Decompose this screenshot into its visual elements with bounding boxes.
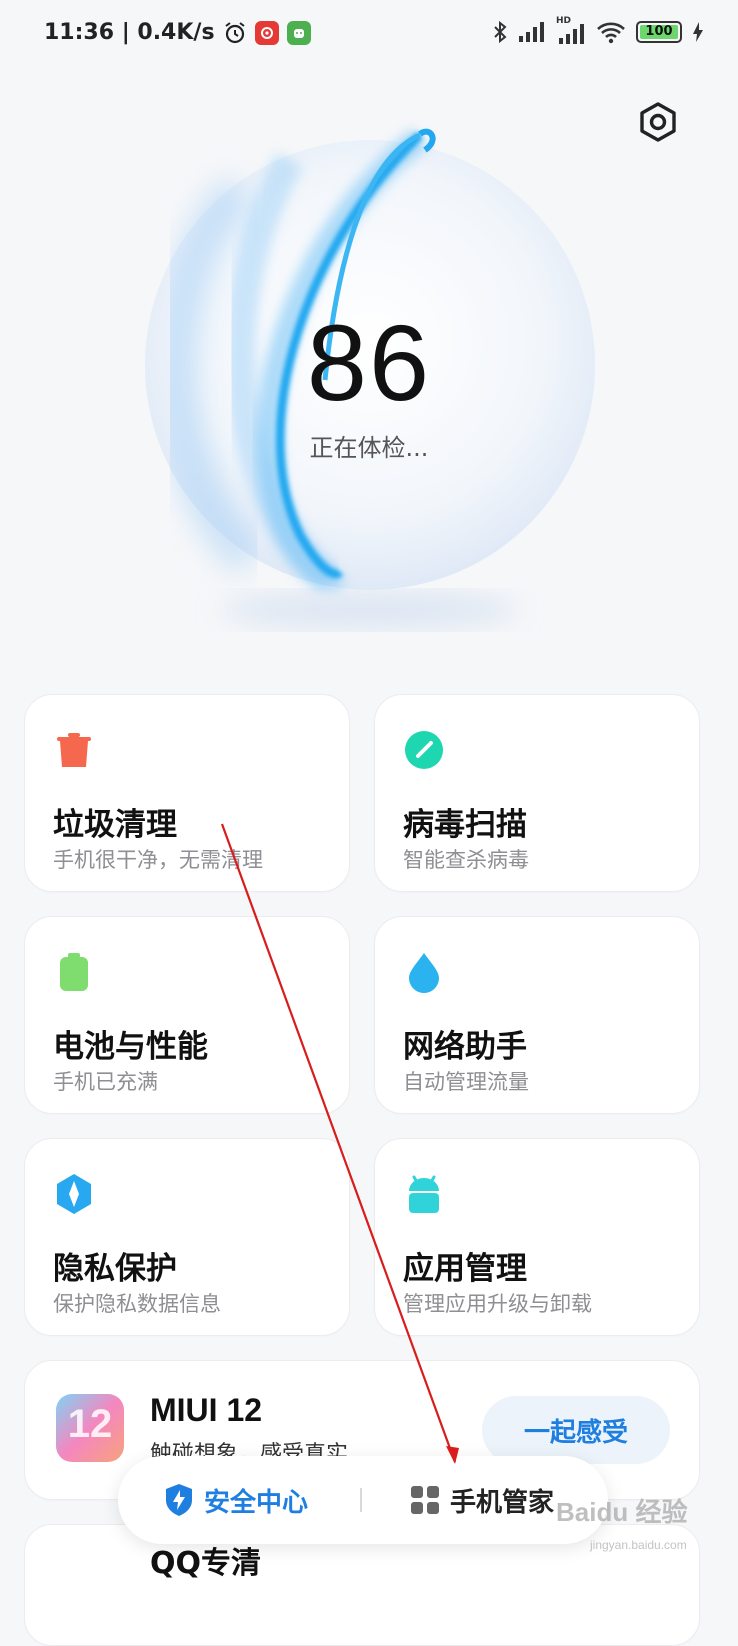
netease-music-icon xyxy=(254,20,279,45)
health-score: 86 xyxy=(306,302,432,423)
bluetooth-icon xyxy=(494,20,507,44)
app-notification-icon xyxy=(286,20,311,45)
status-bar: 11:36 | 0.4K/s HD 100 xyxy=(0,0,738,70)
tab-label: 安全中心 xyxy=(204,1487,309,1518)
card-subtitle: 自动管理流量 xyxy=(403,1070,529,1094)
tab-label: 手机管家 xyxy=(450,1487,555,1518)
card-title: 电池与性能 xyxy=(53,1029,208,1065)
trash-icon xyxy=(57,733,91,767)
qq-cleanup-title: QQ专清 xyxy=(150,1546,262,1581)
status-right: HD 100 xyxy=(492,16,704,44)
card-app-management[interactable]: 应用管理 管理应用升级与卸载 xyxy=(374,1138,700,1336)
checking-status: 正在体检... xyxy=(309,434,429,462)
card-title: 应用管理 xyxy=(403,1251,527,1287)
battery-icon xyxy=(60,953,88,991)
card-virus-scan[interactable]: 病毒扫描 智能查杀病毒 xyxy=(374,694,700,892)
virus-scan-icon xyxy=(405,731,443,769)
card-title: 病毒扫描 xyxy=(403,807,527,843)
privacy-shield-icon xyxy=(57,1174,91,1214)
miui-logo-text: 12 xyxy=(67,1402,113,1446)
baidu-watermark: Baidu 经验 xyxy=(556,1497,688,1527)
experience-button[interactable]: 一起感受 xyxy=(482,1396,670,1464)
battery-level: 100 xyxy=(645,24,673,39)
card-junk-cleanup[interactable]: 垃圾清理 手机很干净，无需清理 xyxy=(24,694,350,892)
bottom-tab-bar: 安全中心 手机管家 xyxy=(118,1456,608,1544)
card-network-assistant[interactable]: 网络助手 自动管理流量 xyxy=(374,916,700,1114)
android-app-icon xyxy=(409,1175,439,1213)
tab-security-center[interactable]: 安全中心 xyxy=(164,1456,308,1544)
card-title: 垃圾清理 xyxy=(53,807,177,843)
card-privacy-protection[interactable]: 隐私保护 保护隐私数据信息 xyxy=(24,1138,350,1336)
promo-title: MIUI 12 xyxy=(150,1392,263,1428)
settings-button[interactable] xyxy=(636,100,680,144)
charging-icon xyxy=(693,22,703,42)
card-subtitle: 管理应用升级与卸载 xyxy=(403,1292,592,1316)
card-title: 隐私保护 xyxy=(53,1251,177,1287)
grid-apps-icon xyxy=(411,1486,439,1514)
card-title: 网络助手 xyxy=(403,1029,527,1065)
tab-divider xyxy=(360,1488,362,1512)
card-subtitle: 手机很干净，无需清理 xyxy=(53,848,263,872)
water-drop-icon xyxy=(409,953,439,993)
status-left: 11:36 | 0.4K/s xyxy=(44,20,311,45)
wifi-icon xyxy=(597,22,625,44)
card-subtitle: 保护隐私数据信息 xyxy=(53,1292,221,1316)
miui-logo: 12 xyxy=(56,1394,124,1462)
gear-icon xyxy=(640,102,676,142)
signal-hd-icon: HD xyxy=(556,16,586,44)
signal-icon xyxy=(519,22,544,42)
card-subtitle: 手机已充满 xyxy=(53,1070,158,1094)
status-time-speed: 11:36 | 0.4K/s xyxy=(44,20,215,45)
card-subtitle: 智能查杀病毒 xyxy=(403,848,529,872)
shield-lightning-icon xyxy=(166,1484,192,1516)
battery-status: 100 xyxy=(636,21,682,43)
baidu-watermark-url: jingyan.baidu.com xyxy=(590,1538,687,1552)
tab-phone-manager[interactable]: 手机管家 xyxy=(410,1456,554,1544)
card-battery-performance[interactable]: 电池与性能 手机已充满 xyxy=(24,916,350,1114)
alarm-icon xyxy=(224,21,245,43)
